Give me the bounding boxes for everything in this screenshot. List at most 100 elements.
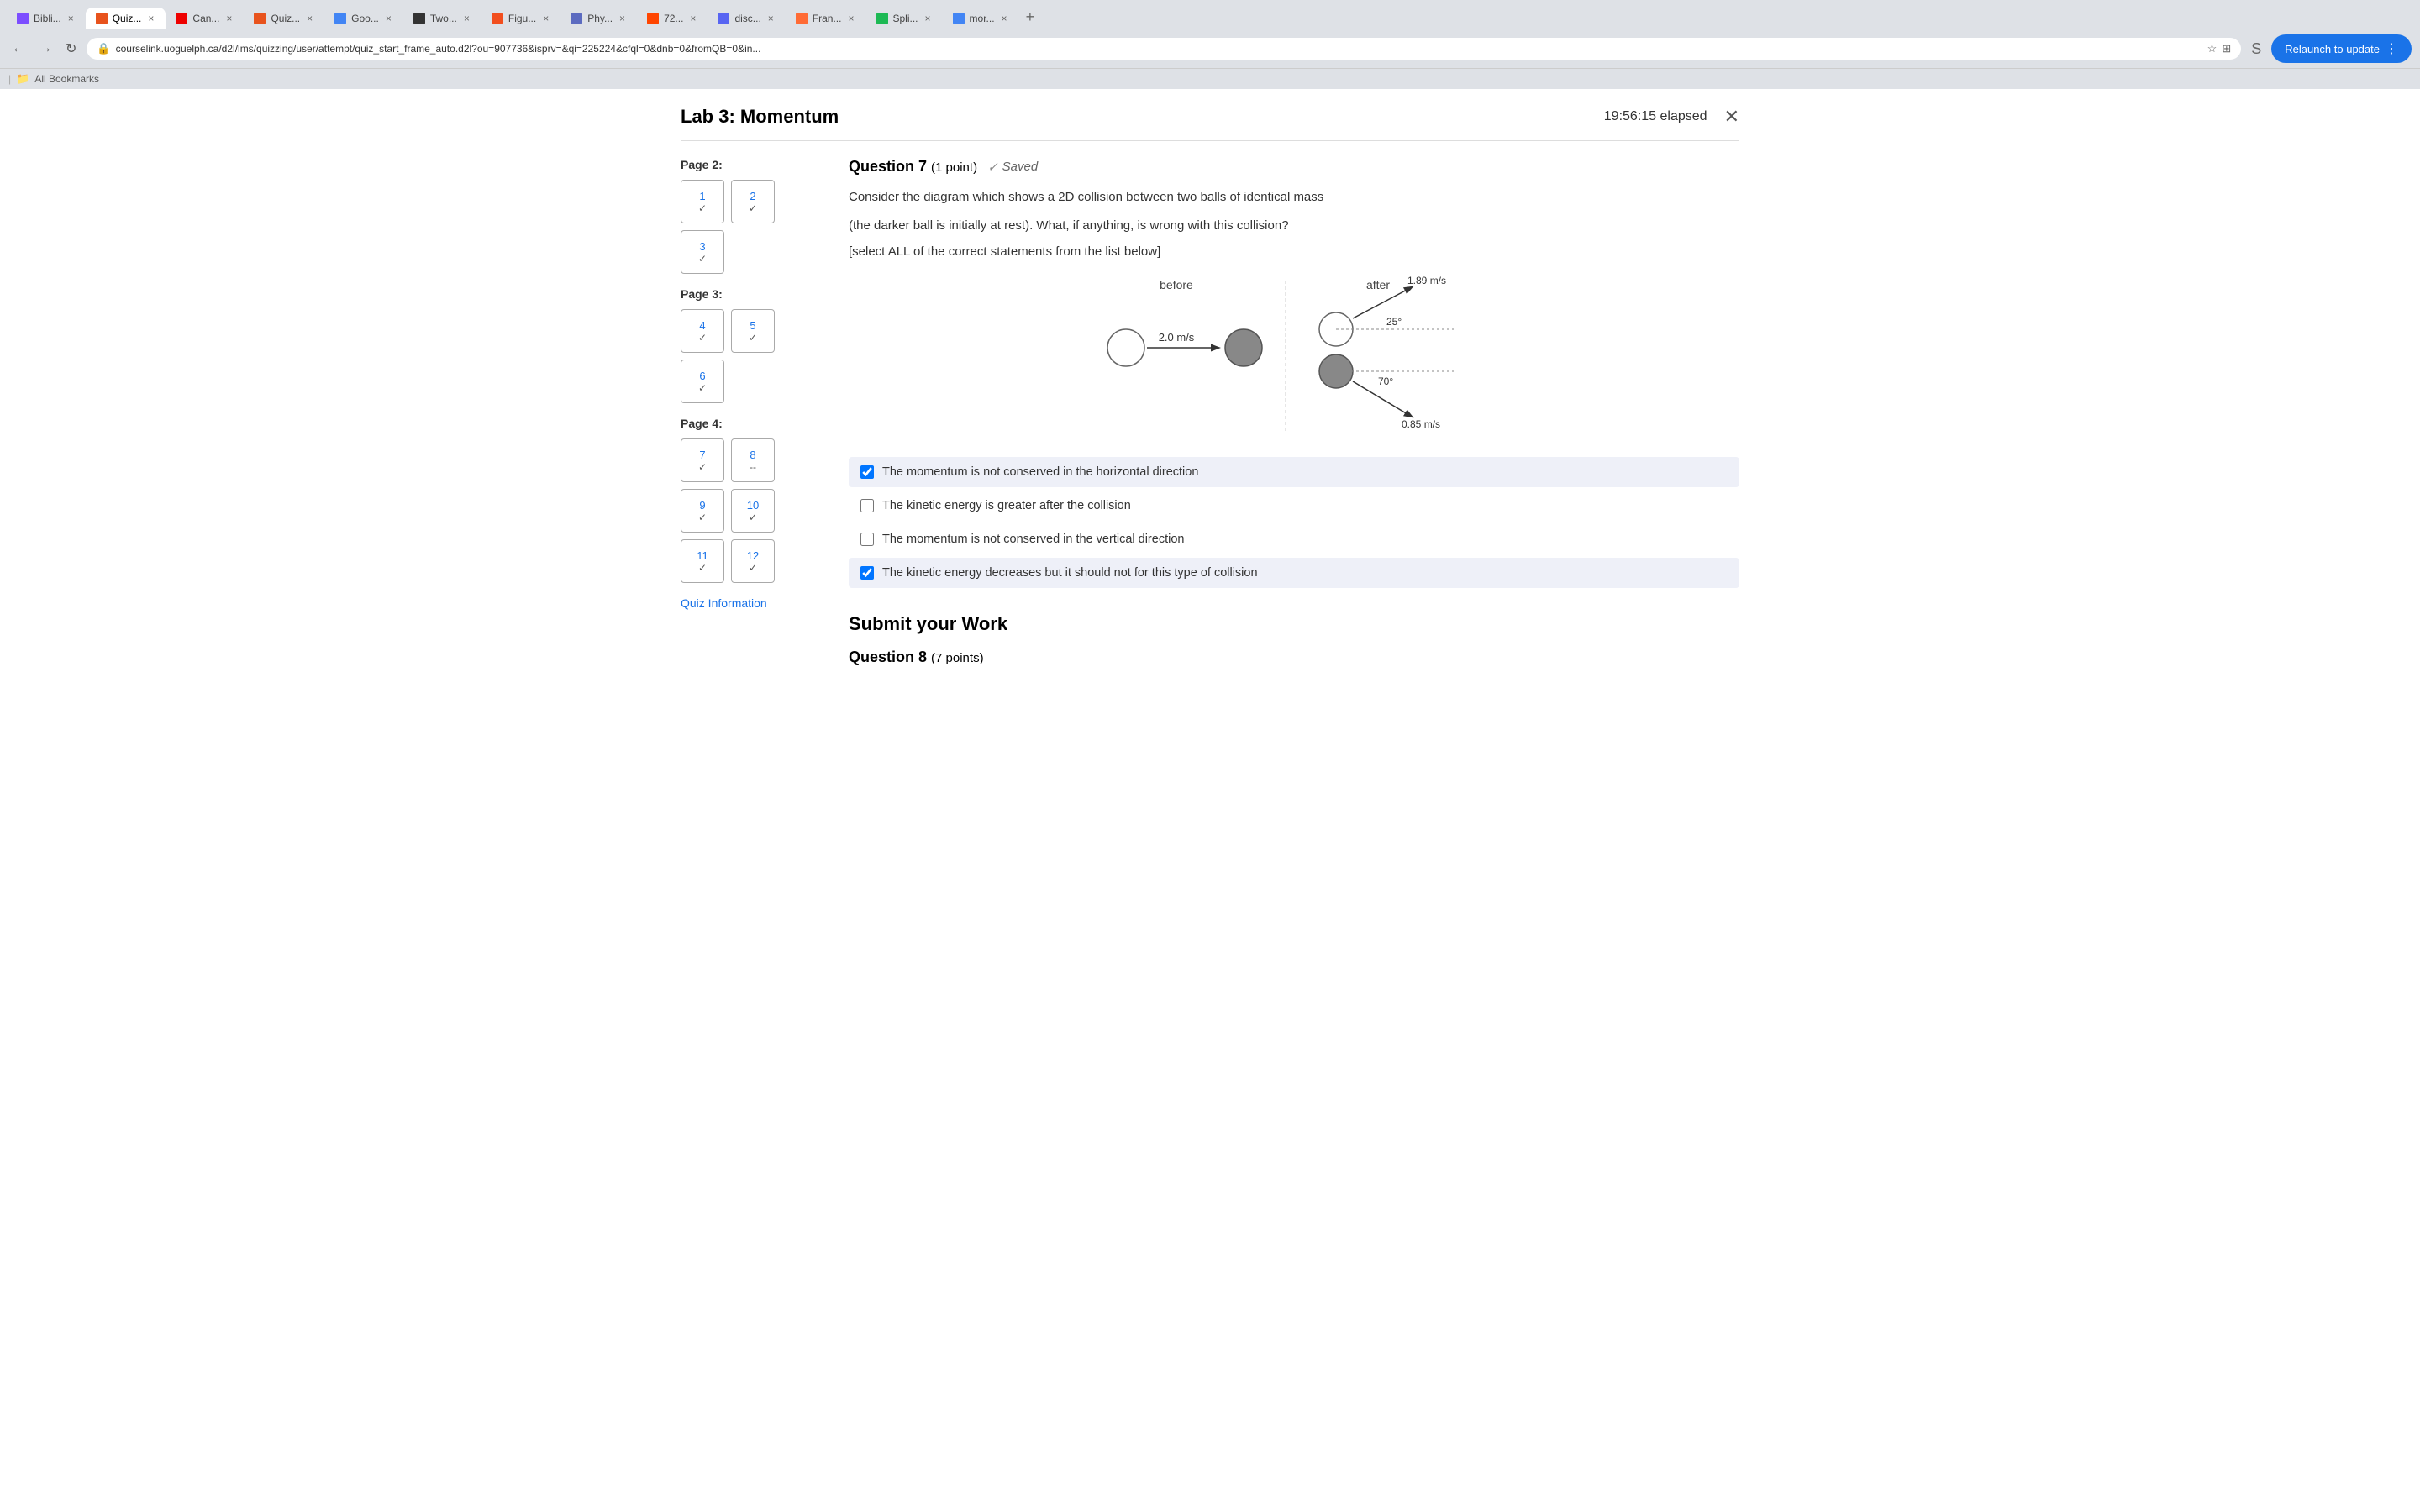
q-status-9: ✓: [698, 512, 707, 523]
q-status-7: ✓: [698, 461, 707, 473]
answer-option-1[interactable]: The momentum is not conserved in the hor…: [849, 457, 1739, 487]
tab-label-more: mor...: [970, 13, 995, 24]
question-btn-6[interactable]: 6 ✓: [681, 360, 724, 403]
question-btn-5[interactable]: 5 ✓: [731, 309, 775, 353]
answer-option-4[interactable]: The kinetic energy decreases but it shou…: [849, 558, 1739, 588]
tab-close-discord[interactable]: ×: [766, 13, 776, 24]
tab-google[interactable]: Goo... ×: [324, 8, 403, 29]
tab-favicon-google: [334, 13, 346, 24]
q-status-4: ✓: [698, 332, 707, 344]
tab-label-d2l: Quiz...: [113, 13, 142, 24]
checkbox-opt3[interactable]: [860, 533, 874, 546]
v2-after-label: 0.85 m/s: [1402, 418, 1440, 430]
q-num-10: 10: [747, 499, 759, 512]
quiz-header: Lab 3: Momentum 19:56:15 elapsed ✕: [681, 89, 1739, 141]
extension-icon[interactable]: ⊞: [2222, 42, 2231, 55]
question-btn-2[interactable]: 2 ✓: [731, 180, 775, 223]
tab-reddit[interactable]: 72... ×: [637, 8, 708, 29]
tab-close-franz[interactable]: ×: [846, 13, 855, 24]
tab-franz[interactable]: Fran... ×: [786, 8, 866, 29]
tab-label-franz: Fran...: [813, 13, 842, 24]
before-label: before: [1160, 278, 1193, 291]
question7-points: (1 point): [931, 160, 977, 175]
answer-label-3[interactable]: The momentum is not conserved in the ver…: [882, 533, 1184, 546]
tab-phy[interactable]: Phy... ×: [560, 8, 637, 29]
tab-canvas[interactable]: Can... ×: [166, 8, 244, 29]
main-content: Question 7 (1 point) ✓ Saved Consider th…: [849, 158, 1739, 666]
question-btn-12[interactable]: 12 ✓: [731, 539, 775, 583]
tab-label-biblio: Bibli...: [34, 13, 61, 24]
quiz-close-button[interactable]: ✕: [1724, 106, 1739, 128]
tab-favicon-biblio: [17, 13, 29, 24]
question-btn-9[interactable]: 9 ✓: [681, 489, 724, 533]
profile-icon[interactable]: S: [2248, 40, 2265, 58]
tab-close-google[interactable]: ×: [384, 13, 393, 24]
quiz-info-link[interactable]: Quiz Information: [681, 596, 767, 610]
question-btn-7[interactable]: 7 ✓: [681, 438, 724, 482]
tab-close-more[interactable]: ×: [1000, 13, 1009, 24]
collision-svg: before after 2.0 m/s: [1059, 272, 1529, 440]
tab-close-phy[interactable]: ×: [618, 13, 627, 24]
relaunch-button[interactable]: Relaunch to update ⋮: [2271, 34, 2412, 63]
q-status-2: ✓: [749, 202, 757, 214]
star-icon[interactable]: ☆: [2207, 42, 2217, 55]
question-btn-1[interactable]: 1 ✓: [681, 180, 724, 223]
checkbox-opt1[interactable]: [860, 465, 874, 479]
tab-bar: Bibli... × Quiz... × Can... × Quiz... × …: [0, 0, 2420, 29]
q-status-8: --: [750, 461, 756, 473]
tab-close-figma[interactable]: ×: [541, 13, 550, 24]
q-num-3: 3: [699, 240, 705, 253]
tab-close-d2l2[interactable]: ×: [305, 13, 314, 24]
question-btn-8[interactable]: 8 --: [731, 438, 775, 482]
tab-label-google: Goo...: [351, 13, 379, 24]
tab-favicon-two: [413, 13, 425, 24]
tab-close-reddit[interactable]: ×: [688, 13, 697, 24]
tab-figma[interactable]: Figu... ×: [481, 8, 560, 29]
question7-instruction: [select ALL of the correct statements fr…: [849, 244, 1739, 259]
quiz-timer-area: 19:56:15 elapsed ✕: [1604, 106, 1739, 128]
question-btn-11[interactable]: 11 ✓: [681, 539, 724, 583]
answer-label-1[interactable]: The momentum is not conserved in the hor…: [882, 465, 1198, 479]
q-num-1: 1: [699, 190, 705, 202]
question-btn-3[interactable]: 3 ✓: [681, 230, 724, 274]
tab-close-two[interactable]: ×: [462, 13, 471, 24]
tab-close-split[interactable]: ×: [923, 13, 933, 24]
tab-close-canvas[interactable]: ×: [224, 13, 234, 24]
bookmarks-label[interactable]: All Bookmarks: [34, 73, 99, 85]
tab-two[interactable]: Two... ×: [403, 8, 481, 29]
tab-split[interactable]: Spli... ×: [866, 8, 943, 29]
answer-label-4[interactable]: The kinetic energy decreases but it shou…: [882, 566, 1258, 580]
tab-close-d2l[interactable]: ×: [146, 13, 155, 24]
tab-favicon-phy: [571, 13, 582, 24]
quiz-timer: 19:56:15 elapsed: [1604, 109, 1707, 124]
answer-option-2[interactable]: The kinetic energy is greater after the …: [849, 491, 1739, 521]
browser-chrome: Bibli... × Quiz... × Can... × Quiz... × …: [0, 0, 2420, 89]
address-bar[interactable]: 🔒 courselink.uoguelph.ca/d2l/lms/quizzin…: [87, 38, 2241, 60]
tab-d2l2[interactable]: Quiz... ×: [244, 8, 324, 29]
tab-discord[interactable]: disc... ×: [708, 8, 785, 29]
checkbox-opt4[interactable]: [860, 566, 874, 580]
relaunch-label: Relaunch to update: [2285, 43, 2380, 55]
answer-label-2[interactable]: The kinetic energy is greater after the …: [882, 499, 1131, 512]
tab-close-biblio[interactable]: ×: [66, 13, 76, 24]
tab-biblio[interactable]: Bibli... ×: [7, 8, 86, 29]
page4-label: Page 4:: [681, 417, 823, 430]
q-num-11: 11: [697, 549, 708, 562]
reload-button[interactable]: ↻: [62, 37, 80, 60]
answer-option-3[interactable]: The momentum is not conserved in the ver…: [849, 524, 1739, 554]
address-text: courselink.uoguelph.ca/d2l/lms/quizzing/…: [116, 43, 2202, 55]
new-tab-button[interactable]: +: [1019, 5, 1042, 29]
question-btn-10[interactable]: 10 ✓: [731, 489, 775, 533]
question7-text-line1: Consider the diagram which shows a 2D co…: [849, 187, 1739, 207]
tab-more[interactable]: mor... ×: [943, 8, 1019, 29]
tab-favicon-d2l: [96, 13, 108, 24]
checkbox-opt2[interactable]: [860, 499, 874, 512]
tab-label-d2l2: Quiz...: [271, 13, 300, 24]
v1-after-label: 1.89 m/s: [1407, 275, 1446, 286]
forward-button[interactable]: →: [35, 38, 55, 60]
tab-favicon-split: [876, 13, 888, 24]
q-num-4: 4: [699, 319, 705, 332]
back-button[interactable]: ←: [8, 38, 29, 60]
tab-d2l-quiz[interactable]: Quiz... ×: [86, 8, 166, 29]
question-btn-4[interactable]: 4 ✓: [681, 309, 724, 353]
